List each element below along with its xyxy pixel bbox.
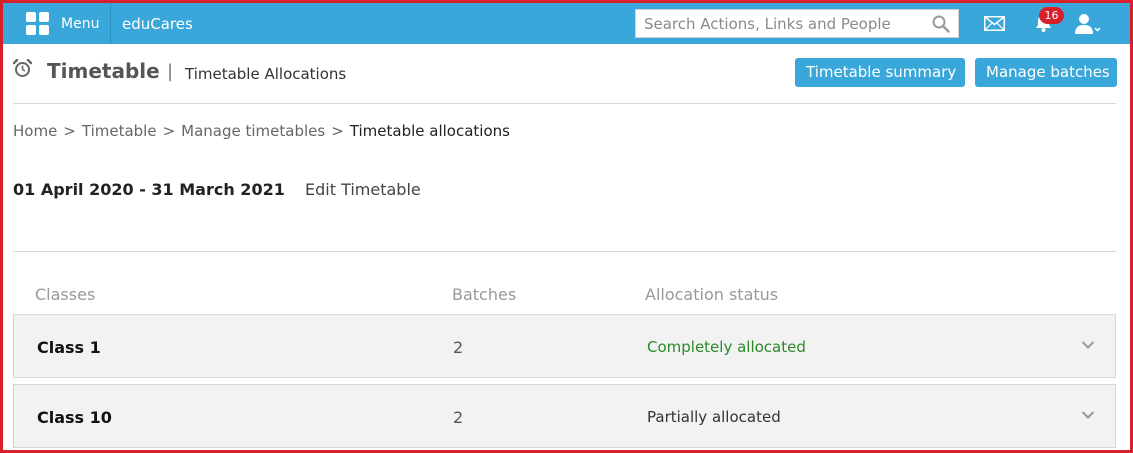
table-row[interactable]: Class 10 2 Partially allocated bbox=[13, 384, 1116, 448]
page-header: Timetable | Timetable Allocations Timeta… bbox=[13, 55, 1118, 89]
search-icon[interactable] bbox=[932, 15, 950, 33]
alarm-clock-icon bbox=[13, 59, 32, 77]
class-name: Class 1 bbox=[37, 338, 101, 357]
menu-label: Menu bbox=[61, 15, 100, 32]
breadcrumb-timetable[interactable]: Timetable bbox=[82, 122, 157, 140]
column-header-allocation-status: Allocation status bbox=[645, 285, 779, 304]
manage-batches-button[interactable]: Manage batches bbox=[975, 58, 1117, 87]
timetable-summary-button[interactable]: Timetable summary bbox=[795, 58, 965, 87]
breadcrumb: Home > Timetable > Manage timetables > T… bbox=[13, 122, 510, 140]
page-title: Timetable bbox=[47, 59, 160, 83]
app-frame: Menu eduCares 16 bbox=[0, 0, 1133, 453]
column-header-batches: Batches bbox=[452, 285, 517, 304]
search-input[interactable] bbox=[636, 10, 926, 37]
class-name: Class 10 bbox=[37, 408, 112, 427]
breadcrumb-separator: > bbox=[63, 122, 76, 140]
table-row[interactable]: Class 1 2 Completely allocated bbox=[13, 314, 1116, 378]
column-header-classes: Classes bbox=[35, 285, 96, 304]
edit-timetable-link[interactable]: Edit Timetable bbox=[305, 180, 421, 199]
section-divider bbox=[13, 251, 1116, 252]
batch-count: 2 bbox=[453, 338, 464, 357]
grid-icon bbox=[26, 12, 49, 35]
breadcrumb-home[interactable]: Home bbox=[13, 122, 57, 140]
batch-count: 2 bbox=[453, 408, 464, 427]
mail-icon[interactable] bbox=[984, 16, 1005, 31]
title-separator: | bbox=[167, 61, 174, 82]
page-subtitle: Timetable Allocations bbox=[185, 65, 347, 83]
breadcrumb-current: Timetable allocations bbox=[349, 122, 510, 140]
header-divider bbox=[13, 103, 1116, 104]
period-range: 01 April 2020 - 31 March 2021 bbox=[13, 180, 285, 199]
breadcrumb-separator: > bbox=[162, 122, 176, 140]
breadcrumb-manage-timetables[interactable]: Manage timetables bbox=[181, 122, 325, 140]
brand-link[interactable]: eduCares bbox=[122, 15, 193, 33]
chevron-down-icon[interactable] bbox=[1081, 340, 1095, 350]
allocation-status: Completely allocated bbox=[647, 338, 806, 356]
notification-badge: 16 bbox=[1039, 7, 1064, 24]
search-box bbox=[635, 9, 959, 38]
user-icon[interactable] bbox=[1075, 13, 1101, 35]
allocation-status: Partially allocated bbox=[647, 408, 781, 426]
chevron-down-icon[interactable] bbox=[1081, 410, 1095, 420]
top-bar: Menu eduCares 16 bbox=[3, 3, 1130, 44]
menu-button[interactable]: Menu bbox=[14, 3, 111, 44]
breadcrumb-separator: > bbox=[331, 122, 344, 140]
